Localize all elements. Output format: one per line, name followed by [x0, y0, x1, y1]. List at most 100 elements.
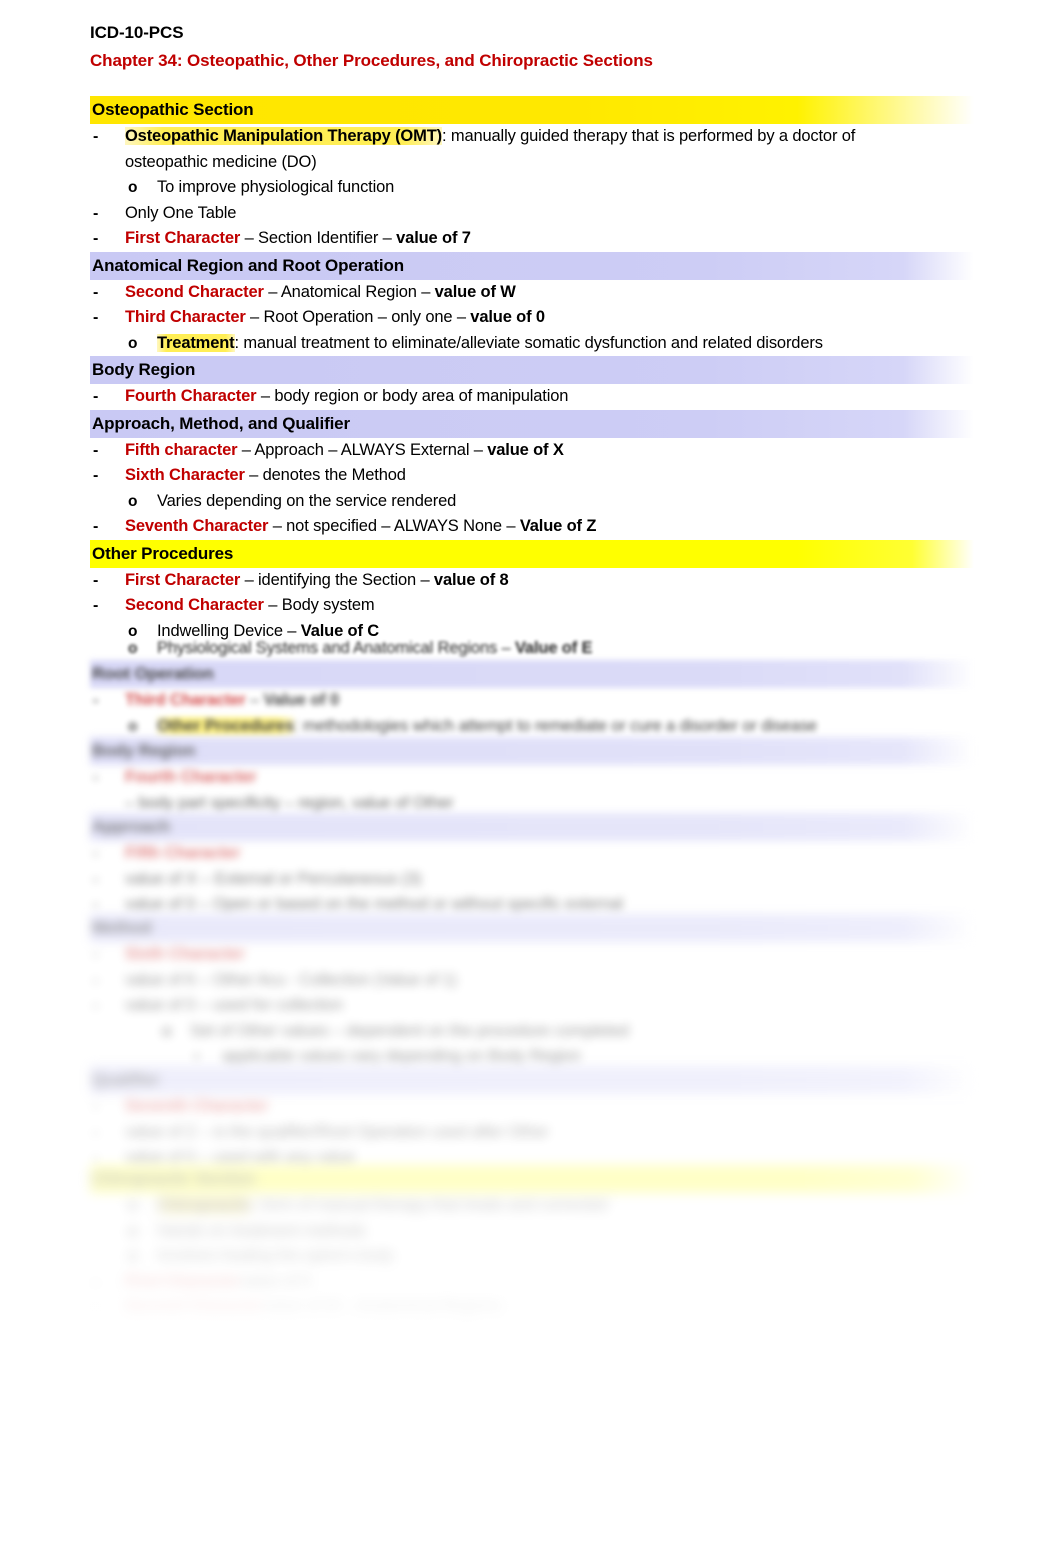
fourth-character-label: Fourth Character: [125, 387, 257, 405]
second-character-label: Second Character: [125, 282, 264, 301]
chiro-row-1-text: Involves healing the spine's body: [157, 1247, 394, 1265]
obr-fourth-character-rest: – body part specificity – region, value …: [125, 793, 454, 812]
seventh-character-rest: – not specified – ALWAYS None –: [268, 517, 520, 535]
other-procedures-term: Other Procedures: [157, 716, 294, 735]
oq-row-0-text: value of Z – is the qualifier/Root Opera…: [125, 1122, 549, 1141]
chiro-row-3-text: value of 9: [240, 1272, 311, 1291]
bullet-omt-row-0: - value of 6 – Other Acu - Collection (Va…: [90, 968, 980, 994]
obscured-section-method: Method - Sixth Character - value of 6 – Ot…: [0, 914, 1062, 1070]
document-content: ICD-10-PCS Chapter 34: Osteopathic, Othe…: [90, 20, 980, 644]
first-character-rest: – Section Identifier –: [240, 229, 397, 247]
bullet-circle: o: [128, 179, 138, 196]
bullet-dash: -: [93, 571, 99, 589]
fifth-character-rest: – Approach – ALWAYS External –: [237, 440, 488, 459]
bullet-circle: o: [128, 717, 138, 735]
bullet-third-character: - Third Character – Root Operation – only…: [90, 305, 980, 331]
omt-definition-line2: osteopathic medicine (DO): [125, 152, 317, 171]
ro-third-character-rest: –: [245, 691, 264, 709]
bullet-treatment: o Treatment: manual treatment to eliminat…: [90, 331, 980, 357]
bullet-dash: -: [93, 518, 99, 535]
seventh-character-value: Value of Z: [519, 517, 597, 535]
obscured-section-root-operation: Root Operation - Third Character – Value …: [0, 660, 1062, 739]
chiropractic-definition: : form of manual therapy that treats and…: [252, 1196, 608, 1214]
omt-definition: : manually guided therapy that is perfor…: [441, 127, 856, 145]
bullet-circle: o: [128, 1197, 138, 1214]
chiro-row-4-text: Second Character: [125, 1298, 264, 1316]
oap-row-0-text: value of X – External or Percutaneous (3…: [125, 869, 422, 888]
omt-row-0-text: value of 6 – Other Acu - Collection (Val…: [125, 970, 457, 989]
ro-third-character-label: Third Character: [125, 691, 246, 709]
section-heading-osteopathic: Osteopathic Section: [90, 96, 974, 124]
bullet-dash: -: [93, 388, 99, 405]
third-character-label: Third Character: [125, 308, 246, 326]
bullet-dash: -: [93, 845, 99, 862]
omt-subrow-0-text: Set of Other values – dependent on the p…: [190, 1021, 629, 1040]
bullet-physiological-systems: o Physiological Systems and Anatomical Re…: [90, 636, 980, 662]
chiro-row-2-text: First Character: [125, 1272, 241, 1291]
chiropractic-term: Chiropractic: [157, 1196, 253, 1214]
obscured-section-chiropractic: Chiropractic Section o Chiropractic: form…: [0, 1165, 1062, 1321]
obr-fourth-character-label: Fourth Character: [125, 768, 257, 786]
bullet-dash: -: [93, 309, 99, 326]
seventh-character-label: Seventh Character: [125, 517, 269, 535]
sixth-character-rest: – denotes the Method: [244, 466, 406, 484]
bullet-sixth-character-sub: o Varies depending on the service rendere…: [90, 489, 980, 515]
section-heading-obscured-qualifier: Qualifier: [90, 1066, 974, 1094]
bullet-dash: -: [93, 441, 99, 459]
bullet-dash: -: [93, 597, 99, 614]
fourth-character-rest: – body region or body area of manipulati…: [256, 387, 569, 405]
bullet-circle: o: [128, 1248, 138, 1265]
omt-sixth-character-label: Sixth Character: [125, 945, 245, 963]
document-title: ICD-10-PCS: [90, 23, 184, 42]
bullet-circle: o: [162, 1022, 172, 1040]
section-heading-anatomical: Anatomical Region and Root Operation: [90, 251, 974, 280]
section-heading-other-procedures: Other Procedures: [90, 539, 974, 568]
other-procedures-definition: : methodologies which attempt to remedia…: [293, 716, 817, 735]
bullet-dash: -: [93, 997, 99, 1014]
bullet-dash: -: [93, 128, 99, 145]
bullet-oq-seventh-character: - Seventh Character: [90, 1094, 980, 1120]
only-one-table-text: Only One Table: [125, 203, 237, 222]
bullet-omt-row-1: - value of 0 – used for collection: [90, 993, 980, 1019]
first-character-label: First Character: [125, 229, 241, 247]
obscured-block-physiological: o Physiological Systems and Anatomical Re…: [0, 636, 1062, 662]
bullet-dash: -: [93, 283, 99, 301]
bullet-ro-third-character: - Third Character – Value of 0: [90, 688, 980, 714]
fifth-character-label: Fifth character: [125, 440, 238, 459]
section-heading-obscured-body-region: Body Region: [90, 737, 974, 765]
oap-fifth-character-label: Fifth Character: [125, 844, 241, 862]
bullet-dash: -: [93, 230, 99, 247]
section-heading-root-operation: Root Operation: [90, 660, 974, 688]
sixth-character-sub-text: Varies depending on the service rendered: [157, 491, 457, 510]
bullet-op-second-character: - Second Character – Body system: [90, 593, 980, 619]
bullet-circle: o: [128, 492, 138, 510]
op-first-character-rest: – identifying the Section –: [240, 570, 434, 589]
bullet-first-character: - First Character – Section Identifier – …: [90, 226, 980, 252]
omt-row-1-text: value of 0 – used for collection: [125, 996, 344, 1014]
bullet-chiro-row-4: - Second Charactervalue of W – Anatomical…: [90, 1295, 980, 1321]
fifth-character-value: value of X: [487, 440, 564, 459]
treatment-definition: : manual treatment to eliminate/alleviat…: [234, 333, 823, 352]
omt-subrow-1-text: applicable values vary depending on Body…: [222, 1047, 581, 1065]
bullet-dash: -: [93, 1299, 99, 1316]
bullet-dash: -: [93, 467, 99, 484]
op-second-character-label: Second Character: [125, 596, 264, 614]
op-first-character-label: First Character: [125, 570, 241, 589]
bullet-omt-sub: o To improve physiological function: [90, 175, 980, 201]
bullet-other-procedures-term: o Other Procedures: methodologies which a…: [90, 714, 980, 740]
bullet-dash: -: [93, 692, 99, 709]
bullet-omt-sixth-character: - Sixth Character: [90, 942, 980, 968]
bullet-chiro-row-2: - First Charactervalue of 9: [90, 1270, 980, 1296]
omt-term: Osteopathic Manipulation Therapy (OMT): [125, 127, 442, 145]
op-second-character-rest: – Body system: [263, 596, 375, 614]
bullet-dash: -: [93, 1123, 99, 1141]
bullet-oap-fifth-character: - Fifth Character: [90, 841, 980, 867]
document-page: ICD-10-PCS Chapter 34: Osteopathic, Othe…: [0, 0, 1062, 1556]
sixth-character-label: Sixth Character: [125, 466, 245, 484]
bullet-dash: -: [93, 946, 99, 963]
bullet-chiro-row-0: o Hands on treatment methods: [90, 1219, 980, 1245]
bullet-sixth-character: - Sixth Character – denotes the Method: [90, 463, 980, 489]
obscured-section-qualifier: Qualifier - Seventh Character - value of Z…: [0, 1066, 1062, 1171]
bullet-oq-row-0: - value of Z – is the qualifier/Root Oper…: [90, 1120, 980, 1146]
chapter-title: Chapter 34: Osteopathic, Other Procedure…: [90, 51, 653, 70]
